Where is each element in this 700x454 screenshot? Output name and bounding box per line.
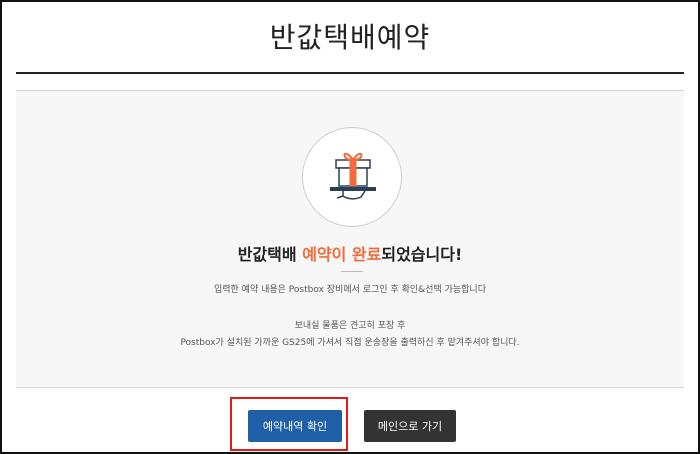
completion-heading-accent: 예약이 완료: [302, 245, 382, 264]
page-frame: 반값택배예약 반값택배 예약이 완료되었습니다! 입력한 예약 내용은 Post…: [0, 0, 700, 454]
completion-panel: 반값택배 예약이 완료되었습니다! 입력한 예약 내용은 Postbox 장비에…: [16, 90, 684, 388]
page-title: 반값택배예약: [269, 21, 431, 54]
title-divider: [16, 72, 684, 74]
completion-heading-prefix: 반값택배: [237, 245, 303, 264]
completion-heading: 반값택배 예약이 완료되었습니다!: [16, 241, 684, 265]
completion-heading-suffix: 되었습니다!: [381, 245, 463, 264]
go-main-button[interactable]: 메인으로 가기: [364, 410, 456, 442]
gift-on-hand-icon: [302, 127, 402, 227]
info-text-dropoff: Postbox가 설치된 가까운 GS25에 가셔서 직접 운송장을 출력하신 …: [180, 338, 520, 348]
heading-divider: [341, 271, 363, 272]
info-text-packing: 보내실 물품은 견고히 포장 후: [294, 321, 406, 331]
info-text-login: 입력한 예약 내용은 Postbox 장비에서 로그인 후 확인&선택 가능합니…: [213, 285, 486, 295]
check-reservation-button[interactable]: 예약내역 확인: [248, 410, 342, 442]
